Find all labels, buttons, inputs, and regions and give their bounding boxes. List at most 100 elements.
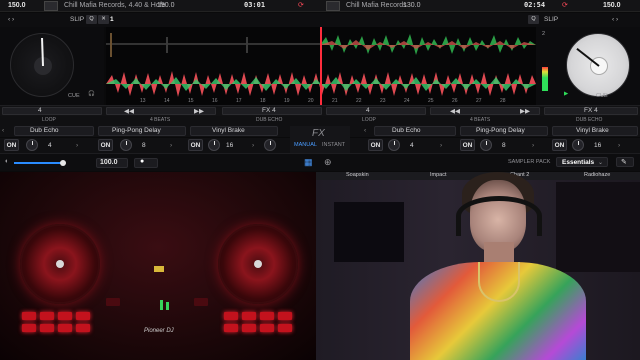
sampler-mode-dot-icon: ● xyxy=(140,158,145,165)
fx-left-1-name: Dub Echo xyxy=(30,127,59,134)
controller-pad xyxy=(242,312,256,320)
deck-b-cue-label[interactable]: CUE xyxy=(596,93,608,99)
deck-b-q-button[interactable]: Q xyxy=(528,15,539,24)
deck-a-track-bpm: 150.0 xyxy=(157,2,175,9)
deck-a-platter-needle xyxy=(41,37,44,67)
fx-right-2-next-icon[interactable]: › xyxy=(532,142,534,149)
fx-beats-label-left: 4 BEATS xyxy=(150,117,171,123)
fx-right-2-name: Ping-Pong Delay xyxy=(476,127,525,134)
fx-right-prev-icon[interactable]: ‹ xyxy=(364,127,366,134)
fx-left-2-on-button[interactable]: ON xyxy=(98,139,113,151)
beatjump-forward-icon[interactable]: ▶▶ xyxy=(520,107,530,115)
controller-pad xyxy=(58,324,72,332)
deck-b-slip-label[interactable]: SLIP xyxy=(544,16,558,23)
waveform-tick: 22 xyxy=(356,98,362,104)
main-waveform[interactable]: 13 14 15 16 17 18 19 20 21 22 23 24 25 2… xyxy=(106,63,536,105)
controller-pad xyxy=(58,312,72,320)
waveform-tick: 18 xyxy=(260,98,266,104)
deck-a-headphone-icon[interactable]: 🎧 xyxy=(88,91,95,97)
fx-right-2-on-button[interactable]: ON xyxy=(460,139,475,151)
fx-left-3-knob[interactable] xyxy=(208,139,220,151)
controller-led-right xyxy=(166,302,169,310)
beatjump-back-icon[interactable]: ◀◀ xyxy=(124,107,134,115)
beatjump-back-icon[interactable]: ◀◀ xyxy=(450,107,460,115)
overview-playhead xyxy=(320,27,322,63)
controller-pad xyxy=(22,312,36,320)
deck-a-slip-label[interactable]: SLIP xyxy=(70,16,84,23)
fx-right-2-knob[interactable] xyxy=(480,139,492,151)
waveform-tick: 16 xyxy=(212,98,218,104)
volume-icon[interactable]: ◖ xyxy=(4,158,8,165)
controller-pad xyxy=(194,298,208,306)
fx-right-1-next-icon[interactable]: › xyxy=(440,142,442,149)
fx-left-1-knob[interactable] xyxy=(26,139,38,151)
fx-left-3-next-icon[interactable]: › xyxy=(252,142,254,149)
transport-strip: 4 ◀◀ ▶▶ FX 4 4 ◀◀ ▶▶ FX 4 xyxy=(0,105,640,116)
fx-left-3-on-button[interactable]: ON xyxy=(188,139,203,151)
fx-right-1-name: Dub Echo xyxy=(392,127,421,134)
controller-pad xyxy=(76,324,90,332)
deck-b-loop-value[interactable]: 4 xyxy=(366,107,370,114)
deck-b-fx-label[interactable]: FX 4 xyxy=(584,107,598,114)
fx-right-3-knob[interactable] xyxy=(572,139,584,151)
deck-a-pitch-label: ‹ › xyxy=(8,16,15,23)
fx-right-3-value: 16 xyxy=(594,142,602,149)
deck-a-q-button[interactable]: Q xyxy=(86,15,97,24)
sampler-bar: ◖ 100.0 ● ▦ ⊕ SAMPLER PACK Essentials ⌄ … xyxy=(0,153,640,171)
fx-left-1-on-button[interactable]: ON xyxy=(4,139,19,151)
overview-wave-a xyxy=(106,33,320,57)
waveform-tick: 25 xyxy=(428,98,434,104)
deck-a-fx-label[interactable]: FX 4 xyxy=(262,107,276,114)
fx-echo-label-left: DUB ECHO xyxy=(256,117,283,123)
waveform-tick: 20 xyxy=(308,98,314,104)
deck-b-sync-icon[interactable]: ⟳ xyxy=(562,1,568,10)
fx-left-2-next-icon[interactable]: › xyxy=(170,142,172,149)
sampler-volume-fill xyxy=(14,162,62,164)
sampler-volume-thumb[interactable] xyxy=(60,160,66,166)
fx-right-3-next-icon[interactable]: › xyxy=(618,142,620,149)
fx-left-master-knob[interactable] xyxy=(264,139,276,151)
deck-a-sync-icon[interactable]: ⟳ xyxy=(298,1,304,10)
fx-left-1-value: 4 xyxy=(48,142,52,149)
deck-a-cue-label[interactable]: CUE xyxy=(68,93,80,99)
controller-camera-feed: Pioneer DJ xyxy=(0,172,316,360)
fx-left-1-next-icon[interactable]: › xyxy=(76,142,78,149)
waveform-tick: 26 xyxy=(452,98,458,104)
fx-instant-tab[interactable]: INSTANT xyxy=(322,142,345,148)
fx-header-row: LOOP 4 BEATS DUB ECHO LOOP 4 BEATS DUB E… xyxy=(0,116,640,125)
room-shelf xyxy=(334,202,404,262)
deck-a-close-button[interactable]: ✕ xyxy=(98,15,109,24)
waveform-tick: 14 xyxy=(164,98,170,104)
deck-b-play-icon[interactable]: ▶ xyxy=(564,91,568,97)
deck-a-nudge-cell[interactable] xyxy=(2,107,102,115)
fx-left-2-knob[interactable] xyxy=(120,139,132,151)
deck-a-platter[interactable] xyxy=(10,33,74,97)
fx-title: FX xyxy=(312,128,325,139)
beatjump-forward-icon[interactable]: ▶▶ xyxy=(194,107,204,115)
fx-manual-tab[interactable]: MANUAL xyxy=(294,142,317,148)
controller-pad xyxy=(278,312,292,320)
fx-left-prev-icon[interactable]: ‹ xyxy=(2,127,4,134)
sampler-tab: Impact xyxy=(430,172,447,178)
fx-right-1-knob[interactable] xyxy=(388,139,400,151)
controller-jog-left xyxy=(20,224,100,304)
controller-pad xyxy=(40,324,54,332)
dj-necklace xyxy=(478,262,520,302)
overview-waveform[interactable] xyxy=(106,27,536,63)
deck-b-loop-cell[interactable] xyxy=(326,107,426,115)
deck-b-platter[interactable] xyxy=(566,33,630,97)
sampler-tempo-value: 100.0 xyxy=(100,159,118,166)
deck-a-time: 03:01 xyxy=(244,1,266,9)
fx-right-3-on-button[interactable]: ON xyxy=(552,139,567,151)
deck-a-loop-value[interactable]: 4 xyxy=(38,107,42,114)
sampler-tab: Soapskin xyxy=(346,172,369,178)
deck-a-artist: Chill Mafia Records, 4.40 & Hofe xyxy=(64,2,166,9)
fx-right-1-on-button[interactable]: ON xyxy=(368,139,383,151)
waveform-tick: 15 xyxy=(188,98,194,104)
deck-b-marker: 2 xyxy=(542,31,546,37)
add-icon[interactable]: ⊕ xyxy=(324,157,332,168)
grid-icon[interactable]: ▦ xyxy=(304,157,313,168)
sampler-mode-select[interactable] xyxy=(134,158,158,168)
fx-right-1-value: 4 xyxy=(410,142,414,149)
main-playhead xyxy=(320,63,322,105)
